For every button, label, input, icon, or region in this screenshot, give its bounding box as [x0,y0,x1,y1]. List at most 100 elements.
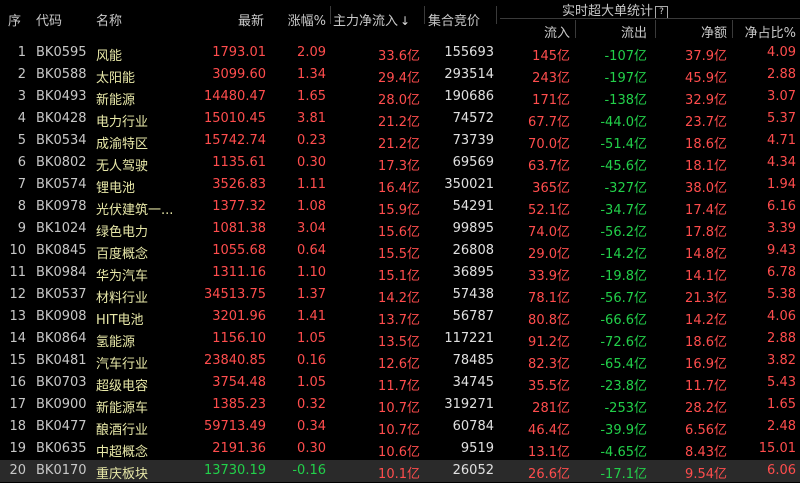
cell-change: 1.41 [297,309,326,324]
col-header-netflow[interactable]: 主力净流入 ↓ [333,10,410,29]
cell-idx: 10 [9,243,26,258]
cell-net: 21.3亿 [685,291,727,306]
cell-idx: 19 [9,441,26,456]
cell-name: 材料行业 [96,291,149,306]
cell-auction: 36895 [452,265,494,280]
table-row[interactable]: 11 BK0984 华为汽车 1311.16 1.10 15.1亿 36895 33.9亿 -1… [0,262,800,284]
cell-net: 17.8亿 [685,225,727,240]
col-header-name[interactable]: 名称 [96,10,122,29]
table-row[interactable]: 1 BK0595 风能 1793.01 2.09 33.6亿 155693 145亿 -107亿… [0,42,800,64]
cell-code: BK0574 [36,177,87,192]
table-row[interactable]: 15 BK0481 汽车行业 23840.85 0.16 12.6亿 78485 82.3亿 -… [0,350,800,372]
cell-latest: 3526.83 [212,177,266,192]
cell-idx: 17 [9,397,26,412]
cell-idx: 12 [9,287,26,302]
header-divider [330,6,331,24]
table-row[interactable]: 9 BK1024 绿色电力 1081.38 3.04 15.6亿 99895 74.0亿 -56… [0,218,800,240]
cell-ratio: 3.07 [767,89,796,104]
cell-idx: 15 [9,353,26,368]
table-row[interactable]: 3 BK0493 新能源 14480.47 1.65 28.0亿 190686 171亿 -13… [0,86,800,108]
cell-inflow: 145亿 [532,49,570,64]
table-row[interactable]: 17 BK0900 新能源车 1385.23 0.32 10.7亿 319271 281亿 -2… [0,394,800,416]
cell-auction: 60784 [452,419,494,434]
cell-name: 光伏建筑一... [96,203,174,218]
cell-code: BK0900 [36,397,87,412]
col-header-code[interactable]: 代码 [36,10,62,29]
cell-outflow: -72.6亿 [600,335,647,350]
cell-name: 中超概念 [96,445,149,460]
cell-netflow: 15.9亿 [378,203,420,218]
col-header-outflow[interactable]: 流出 [575,22,647,41]
cell-outflow: -65.4亿 [600,357,647,372]
cell-change: 3.81 [297,111,326,126]
cell-netflow: 28.0亿 [378,93,420,108]
cell-outflow: -45.6亿 [600,159,647,174]
cell-latest: 59713.49 [203,419,266,434]
cell-ratio: 5.37 [767,111,796,126]
cell-auction: 57438 [452,287,494,302]
cell-auction: 78485 [452,353,494,368]
cell-net: 11.7亿 [685,379,727,394]
cell-idx: 13 [9,309,26,324]
cell-code: BK0481 [36,353,87,368]
col-header-idx[interactable]: 序 [8,10,21,29]
cell-outflow: -51.4亿 [600,137,647,152]
table-row[interactable]: 5 BK0534 成渝特区 15742.74 0.23 21.2亿 73739 70.0亿 -5… [0,130,800,152]
cell-outflow: -23.8亿 [600,379,647,394]
cell-change: 0.16 [297,353,326,368]
cell-auction: 26052 [452,463,494,478]
cell-netflow: 12.6亿 [378,357,420,372]
cell-ratio: 15.01 [758,441,796,456]
table-row[interactable]: 16 BK0703 超级电容 3754.48 1.05 11.7亿 34745 35.5亿 -2… [0,372,800,394]
cell-net: 28.2亿 [685,401,727,416]
col-header-change[interactable]: 涨幅% [268,10,326,29]
cell-auction: 26808 [452,243,494,258]
cell-name: 太阳能 [96,71,136,86]
cell-outflow: -327亿 [604,181,647,196]
cell-outflow: -107亿 [604,49,647,64]
cell-outflow: -56.7亿 [600,291,647,306]
table-row[interactable]: 8 BK0978 光伏建筑一... 1377.32 1.08 15.9亿 54291 52.1… [0,196,800,218]
table-row[interactable]: 12 BK0537 材料行业 34513.75 1.37 14.2亿 57438 78.1亿 -… [0,284,800,306]
cell-code: BK0978 [36,199,87,214]
cell-netflow: 15.5亿 [378,247,420,262]
cell-change: 1.34 [297,67,326,82]
table-row[interactable]: 2 BK0588 太阳能 3099.60 1.34 29.4亿 293514 243亿 -197… [0,64,800,86]
table-row[interactable]: 4 BK0428 电力行业 15010.45 3.81 21.2亿 74572 67.7亿 -4… [0,108,800,130]
col-header-inflow[interactable]: 流入 [500,22,570,41]
table-body: 1 BK0595 风能 1793.01 2.09 33.6亿 155693 145亿 -107亿… [0,42,800,482]
cell-netflow: 10.6亿 [378,445,420,460]
col-header-net[interactable]: 净额 [655,22,727,41]
cell-netflow: 16.4亿 [378,181,420,196]
cell-idx: 18 [9,419,26,434]
cell-inflow: 63.7亿 [528,159,570,174]
table-row[interactable]: 20 BK0170 重庆板块 13730.19 -0.16 10.1亿 26052 26.6亿… [0,460,800,482]
cell-net: 18.1亿 [685,159,727,174]
cell-net: 8.43亿 [685,445,727,460]
table-row[interactable]: 10 BK0845 百度概念 1055.68 0.64 15.5亿 26808 29.0亿 -1… [0,240,800,262]
cell-auction: 9519 [460,441,494,456]
table-row[interactable]: 14 BK0864 氢能源 1156.10 1.05 13.5亿 117221 91.2亿 -7… [0,328,800,350]
cell-name: 无人驾驶 [96,159,149,174]
cell-outflow: -138亿 [604,93,647,108]
cell-net: 37.9亿 [685,49,727,64]
col-header-latest[interactable]: 最新 [200,10,264,29]
table-row[interactable]: 19 BK0635 中超概念 2191.36 0.30 10.6亿 9519 13.1亿 -4.… [0,438,800,460]
cell-auction: 69569 [452,155,494,170]
table-row[interactable]: 18 BK0477 酿酒行业 59713.49 0.34 10.7亿 60784 46.4亿 -… [0,416,800,438]
cell-latest: 23840.85 [203,353,266,368]
cell-ratio: 3.39 [767,221,796,236]
table-row[interactable]: 7 BK0574 锂电池 3526.83 1.11 16.4亿 350021 365亿 -327… [0,174,800,196]
cell-latest: 1055.68 [212,243,266,258]
col-header-ratio[interactable]: 净占比% [730,22,796,41]
cell-inflow: 13.1亿 [528,445,570,460]
cell-change: 2.09 [297,45,326,60]
cell-idx: 5 [17,133,26,148]
cell-net: 14.8亿 [685,247,727,262]
table-row[interactable]: 13 BK0908 HIT电池 3201.96 1.41 13.7亿 56787 80.8亿 -… [0,306,800,328]
col-header-auction[interactable]: 集合竞价 [428,10,480,29]
cell-inflow: 46.4亿 [528,423,570,438]
table-row[interactable]: 6 BK0802 无人驾驶 1135.61 0.30 17.3亿 69569 63.7亿 -45… [0,152,800,174]
cell-outflow: -17.1亿 [600,467,647,482]
cell-ratio: 4.09 [767,45,796,60]
